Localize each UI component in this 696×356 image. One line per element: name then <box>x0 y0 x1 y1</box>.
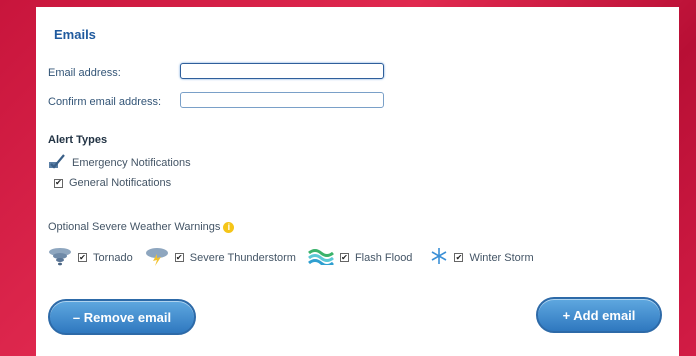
tornado-icon <box>48 246 72 269</box>
flash-flood-checkbox[interactable]: ✔ <box>339 253 349 262</box>
remove-email-button[interactable]: – Remove email <box>48 299 196 335</box>
snowflake-icon <box>430 247 448 268</box>
winter-storm-label: Winter Storm <box>469 251 534 264</box>
severe-thunderstorm-label: Severe Thunderstorm <box>189 251 296 264</box>
winter-storm-checkbox[interactable]: ✔ <box>454 253 464 262</box>
tornado-checkbox[interactable]: ✔ <box>78 253 87 262</box>
general-notifications-label: General Notifications <box>69 177 172 189</box>
alert-types-heading: Alert Types <box>48 134 108 146</box>
flash-flood-label: Flash Flood <box>354 251 413 264</box>
alert-type-emergency[interactable]: Emergency Notifications <box>48 153 191 172</box>
general-notifications-checkbox[interactable]: ✔ <box>54 178 63 188</box>
confirm-email-label: Confirm email address: <box>48 96 162 108</box>
thunderstorm-icon <box>145 246 169 269</box>
confirm-email-input[interactable] <box>180 92 384 108</box>
email-settings-panel: Emails Email address: Confirm email addr… <box>36 7 679 356</box>
email-address-label: Email address: <box>48 67 121 79</box>
check-edit-icon <box>48 153 66 172</box>
flash-flood-icon <box>307 247 334 268</box>
weather-warnings-heading: Optional Severe Weather Warnings <box>48 221 221 233</box>
tornado-label: Tornado <box>93 251 133 264</box>
severe-thunderstorm-checkbox[interactable]: ✔ <box>174 253 184 262</box>
email-address-input[interactable] <box>180 63 384 79</box>
info-icon[interactable]: i <box>223 221 235 233</box>
alert-type-general[interactable]: ✔ General Notifications <box>54 177 171 189</box>
weather-options-row: ✔ Tornado ✔ Severe Thunderstorm ✔ Flash … <box>48 246 534 269</box>
section-title: Emails <box>54 27 96 42</box>
add-email-button[interactable]: + Add email <box>536 297 662 333</box>
weather-warnings-heading-row: Optional Severe Weather Warnings i <box>48 221 235 233</box>
emergency-notifications-label: Emergency Notifications <box>72 156 191 169</box>
